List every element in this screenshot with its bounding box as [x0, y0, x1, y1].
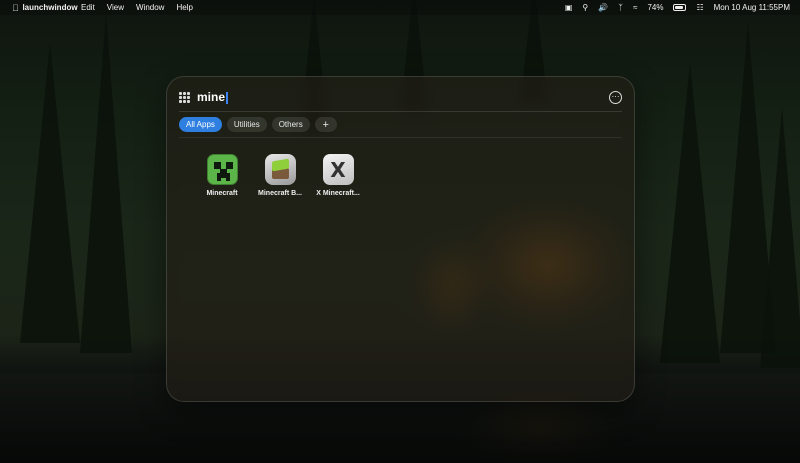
tab-all-apps[interactable]: All Apps [179, 117, 222, 132]
volume-icon[interactable]: 🔊 [598, 3, 608, 12]
apple-logo-icon[interactable]:  [12, 3, 21, 13]
minecraft-creeper-icon[interactable] [206, 154, 238, 185]
app-item-x-minecraft[interactable]: X X Minecraft... [316, 154, 360, 197]
app-grid-icon[interactable] [179, 91, 190, 103]
spotlight-search-icon[interactable]: ⚲ [582, 3, 588, 12]
battery-icon[interactable] [673, 4, 687, 11]
x-minecraft-icon[interactable]: X [322, 154, 354, 185]
control-center-icon[interactable]: ☷ [696, 3, 703, 12]
more-options-icon[interactable]: ⋯ [609, 90, 622, 104]
divider [179, 111, 622, 112]
add-tab-button[interactable]: + [314, 117, 337, 132]
menu-app-name[interactable]: launchwindow [22, 3, 77, 12]
text-caret [226, 91, 228, 104]
launcher-window: mine ⋯ All Apps Utilities Others + Minec… [166, 76, 635, 402]
menu-window[interactable]: Window [136, 3, 164, 12]
category-tabs: All Apps Utilities Others + [179, 117, 337, 132]
app-item-minecraft[interactable]: Minecraft [203, 154, 241, 197]
app-label: Minecraft B... [258, 190, 302, 197]
menu-view[interactable]: View [107, 3, 124, 12]
search-row: mine ⋯ [179, 87, 622, 107]
bluetooth-icon[interactable]: ᛉ [618, 3, 623, 12]
app-label: X Minecraft... [316, 190, 360, 197]
tab-utilities[interactable]: Utilities [226, 117, 267, 132]
app-grid: Minecraft Minecraft B... X X Minecraft..… [203, 154, 360, 197]
app-item-minecraft-bedrock[interactable]: Minecraft B... [258, 154, 302, 197]
divider [179, 137, 622, 138]
minecraft-bedrock-icon[interactable] [264, 154, 296, 185]
menu-edit[interactable]: Edit [81, 3, 95, 12]
screen-record-icon[interactable]: ▣ [565, 3, 573, 12]
search-input[interactable]: mine [197, 90, 228, 104]
menu-clock[interactable]: Mon 10 Aug 11:55PM [714, 3, 790, 12]
wifi-icon[interactable]: ≈ [633, 3, 637, 12]
battery-percent: 74% [647, 2, 664, 12]
menu-help[interactable]: Help [176, 3, 192, 12]
menu-bar:  launchwindow Edit View Window Help ▣ ⚲… [0, 0, 800, 15]
tab-others[interactable]: Others [271, 117, 310, 132]
app-label: Minecraft [206, 190, 238, 197]
